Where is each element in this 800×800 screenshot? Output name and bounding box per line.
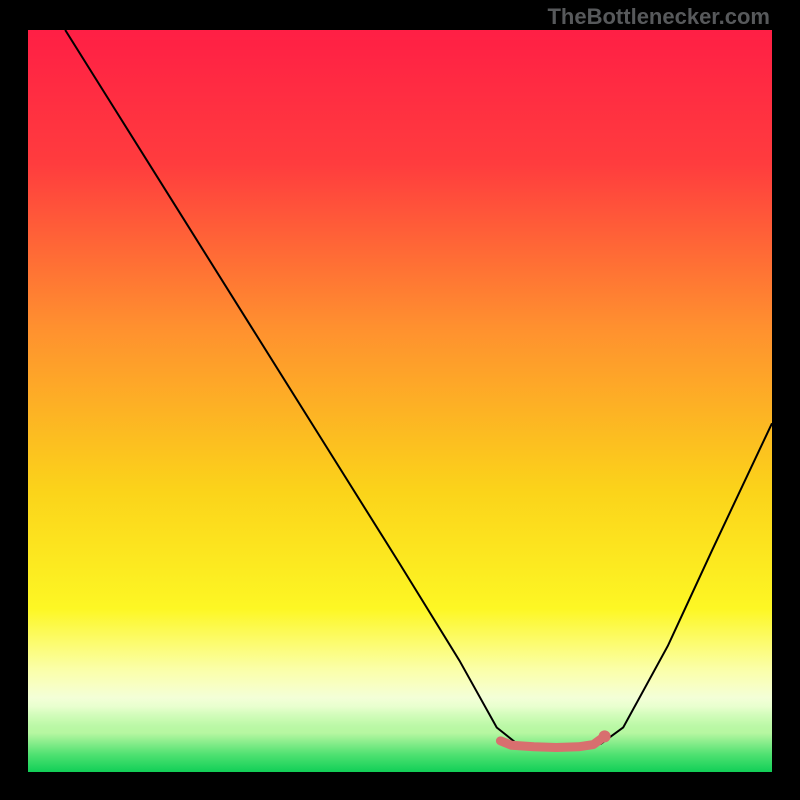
plot-area [28, 30, 772, 772]
chart-frame [0, 0, 800, 800]
bottleneck-curve-svg [28, 30, 772, 772]
watermark-text: TheBottlenecker.com [547, 4, 770, 30]
bottleneck-curve [65, 30, 772, 747]
flat-valley-highlight [500, 736, 604, 747]
valley-end-dot [599, 730, 611, 742]
